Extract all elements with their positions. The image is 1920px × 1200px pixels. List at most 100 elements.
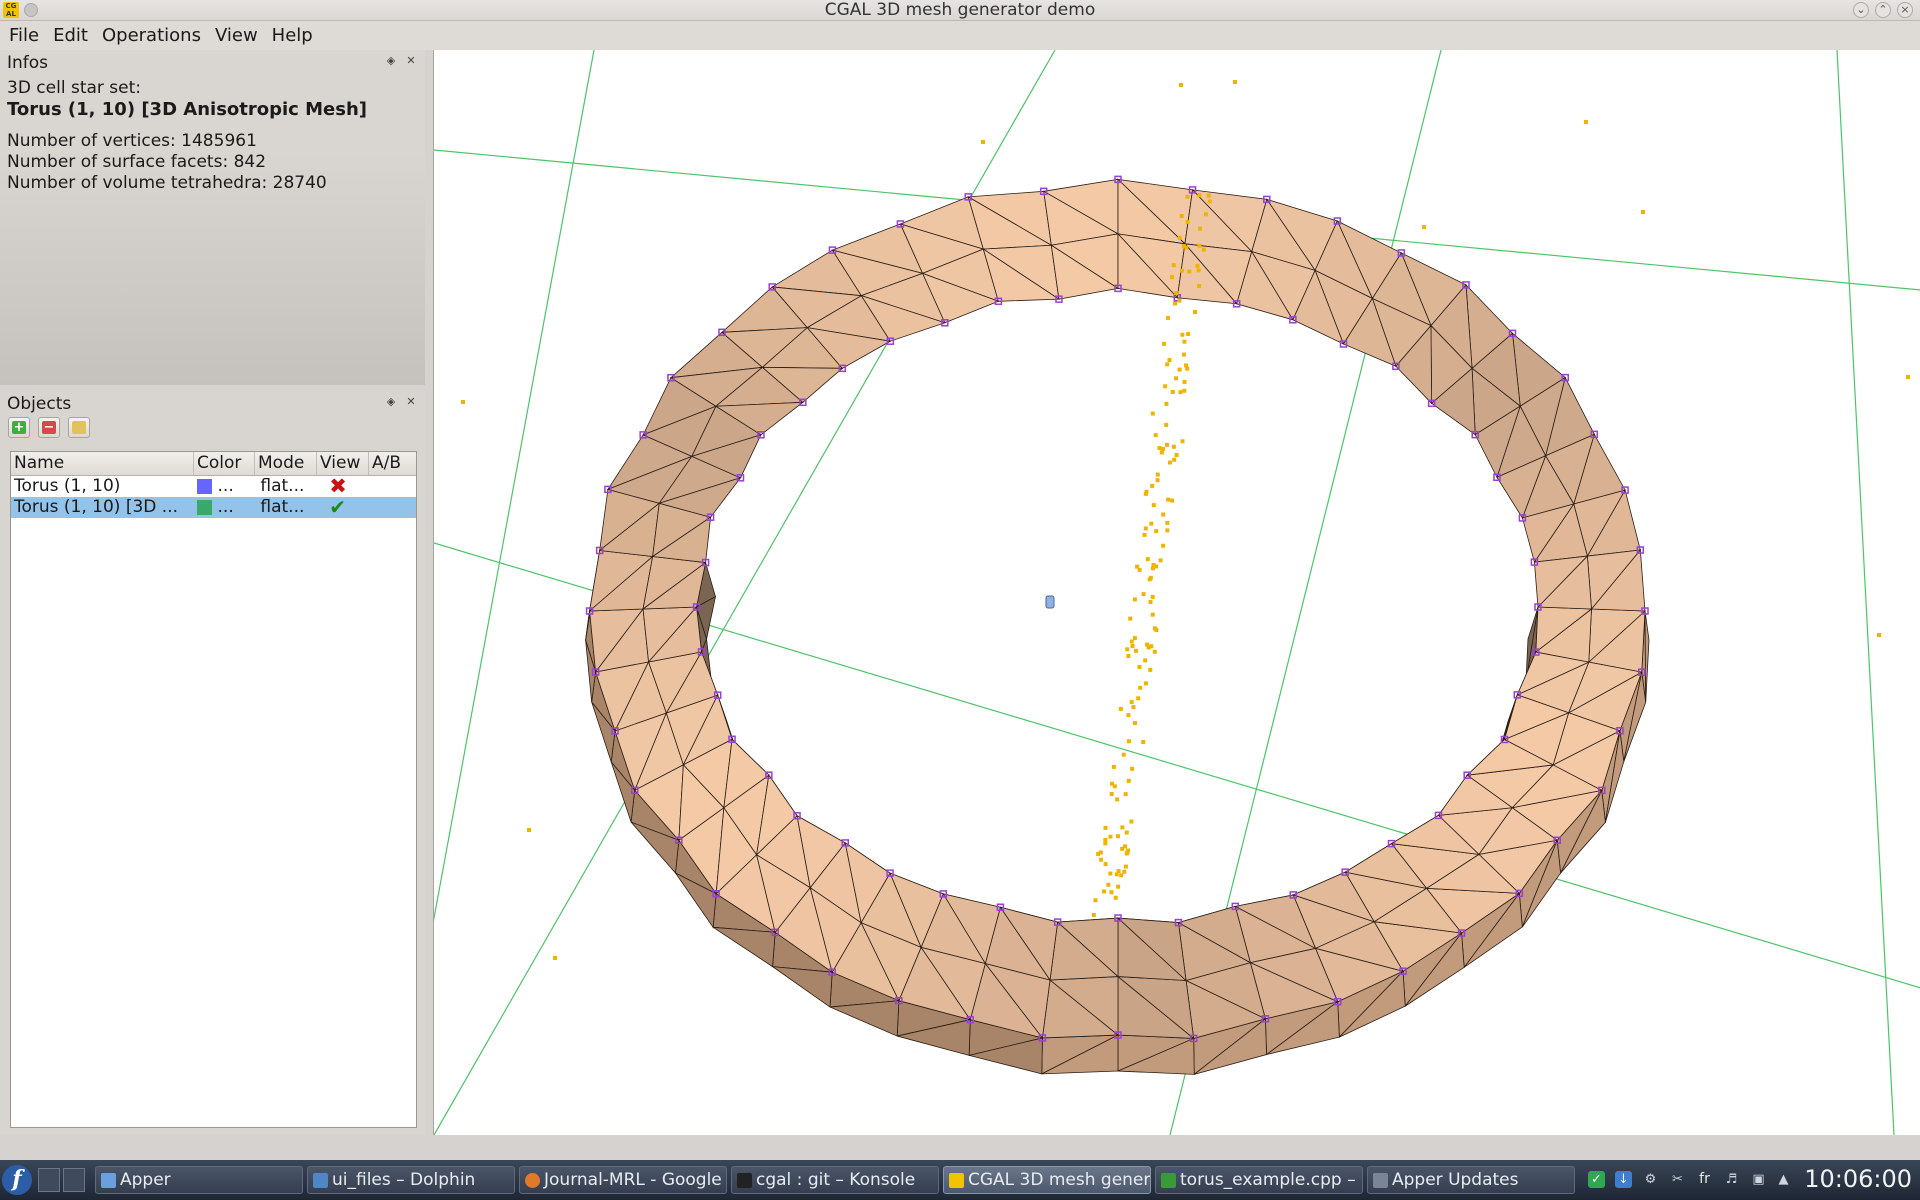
point-marker [1171, 263, 1176, 268]
point-marker [1146, 645, 1151, 650]
hidden-cross-icon: ✖ [329, 476, 347, 497]
maximize-button[interactable]: ⌃ [1875, 2, 1891, 18]
object-row-anisotropic-mesh[interactable]: Torus (1, 10) [3D ... ... flat... ✔ [11, 497, 416, 518]
task-kate[interactable]: torus_example.cpp – K [1155, 1166, 1363, 1194]
close-window-button[interactable]: × [1897, 2, 1913, 18]
desktop-pager-1[interactable] [38, 1168, 60, 1192]
point-marker [1108, 834, 1113, 839]
torus-mesh-scene[interactable] [434, 50, 1920, 1135]
point-marker [1103, 825, 1108, 830]
object-color[interactable]: ... [194, 497, 255, 518]
terminal-icon [737, 1173, 752, 1188]
taskbar: f Apper ui_files – Dolphin Journal-MRL -… [0, 1160, 1920, 1200]
close-dock-icon[interactable]: ✕ [404, 395, 418, 409]
volume-tray-icon[interactable]: ♬ [1723, 1171, 1740, 1188]
update-icon [1373, 1173, 1388, 1188]
main-splitter[interactable] [425, 50, 433, 1135]
folder-icon [72, 421, 86, 434]
close-dock-icon[interactable]: ✕ [404, 54, 418, 68]
object-view-toggle[interactable]: ✔ [316, 497, 368, 518]
point-marker [1109, 791, 1114, 796]
point-marker [1166, 497, 1171, 502]
column-view[interactable]: View [317, 452, 369, 475]
point-marker [1133, 648, 1138, 653]
object-color[interactable]: ... [194, 476, 255, 497]
point-marker [1158, 558, 1163, 563]
tray-expand-icon[interactable]: ▲ [1775, 1171, 1792, 1188]
keyboard-layout-indicator[interactable]: fr [1696, 1171, 1713, 1188]
folder-icon [313, 1173, 328, 1188]
menu-operations[interactable]: Operations [95, 24, 208, 48]
download-tray-icon[interactable]: ↓ [1615, 1171, 1632, 1188]
point-marker [1148, 599, 1153, 604]
add-object-button[interactable]: + [8, 417, 30, 438]
point-marker [1124, 851, 1129, 856]
point-marker [1182, 379, 1187, 384]
column-ab[interactable]: A/B [369, 452, 416, 475]
task-konsole[interactable]: cgal : git – Konsole [731, 1166, 939, 1194]
task-cgal-demo[interactable]: CGAL 3D mesh genera [943, 1166, 1151, 1194]
statusbar [0, 1135, 1920, 1160]
point-marker [1207, 199, 1212, 204]
lock-tray-icon[interactable]: ▣ [1750, 1171, 1767, 1188]
point-marker [1093, 898, 1098, 903]
float-dock-icon[interactable]: ◈ [384, 54, 398, 68]
point-marker [1179, 268, 1184, 273]
apper-icon [101, 1173, 116, 1188]
object-ab[interactable] [368, 476, 416, 497]
menu-view[interactable]: View [208, 24, 265, 48]
point-marker [1186, 331, 1191, 336]
task-label: Journal-MRL - Google I [544, 1170, 727, 1190]
point-marker [1180, 332, 1185, 337]
object-name: Torus (1, 10) [3D ... [14, 497, 178, 517]
point-marker [1141, 740, 1146, 745]
color-swatch [196, 500, 212, 515]
torus-mesh [585, 175, 1650, 1076]
minus-icon: − [42, 420, 56, 435]
taskbar-clock[interactable]: 10:06:00 [1804, 1164, 1912, 1194]
objects-tree[interactable]: Name Color Mode View A/B Torus (1, 10) .… [10, 451, 417, 1128]
point-marker [1120, 825, 1125, 830]
task-apper[interactable]: Apper [95, 1166, 303, 1194]
point-marker [1187, 269, 1192, 274]
duplicate-object-button[interactable] [68, 417, 90, 438]
gear-tray-icon[interactable]: ⚙ [1642, 1171, 1659, 1188]
point-marker [461, 400, 465, 404]
object-ab[interactable] [368, 497, 416, 518]
point-marker [1184, 245, 1189, 250]
object-mode[interactable]: flat... [254, 476, 316, 497]
column-mode[interactable]: Mode [255, 452, 317, 475]
task-apper-updates[interactable]: Apper Updates [1367, 1166, 1575, 1194]
point-marker [1182, 388, 1187, 393]
object-view-toggle[interactable]: ✖ [316, 476, 368, 497]
minimize-button[interactable]: ⌄ [1853, 2, 1869, 18]
point-marker [1877, 633, 1881, 637]
task-dolphin[interactable]: ui_files – Dolphin [307, 1166, 515, 1194]
point-marker [1155, 472, 1160, 477]
fedora-menu-icon[interactable]: f [2, 1165, 32, 1195]
menu-edit[interactable]: Edit [46, 24, 95, 48]
window-titlebar: CG AL CGAL 3D mesh generator demo ⌄ ⌃ × [0, 0, 1920, 21]
remove-object-button[interactable]: − [38, 417, 60, 438]
object-row-torus[interactable]: Torus (1, 10) ... flat... ✖ [11, 476, 416, 497]
check-tray-icon[interactable]: ✓ [1588, 1171, 1605, 1188]
point-marker [1185, 194, 1190, 199]
point-marker [1137, 664, 1142, 669]
menu-file[interactable]: File [2, 24, 46, 48]
point-marker [1149, 521, 1154, 526]
desktop-pager-2[interactable] [63, 1168, 85, 1192]
point-marker [1135, 564, 1140, 569]
object-mode[interactable]: flat... [254, 497, 316, 518]
point-marker [1103, 862, 1108, 867]
point-marker [1203, 212, 1208, 217]
float-dock-icon[interactable]: ◈ [384, 395, 398, 409]
3d-viewer[interactable] [433, 50, 1920, 1135]
task-firefox[interactable]: Journal-MRL - Google I [519, 1166, 727, 1194]
point-marker [1103, 837, 1108, 842]
column-color[interactable]: Color [194, 452, 255, 475]
point-marker [1233, 80, 1237, 84]
scissors-tray-icon[interactable]: ✂ [1669, 1171, 1686, 1188]
menu-help[interactable]: Help [265, 24, 320, 48]
object-name: Torus (1, 10) [14, 476, 121, 496]
column-name[interactable]: Name [11, 452, 194, 475]
